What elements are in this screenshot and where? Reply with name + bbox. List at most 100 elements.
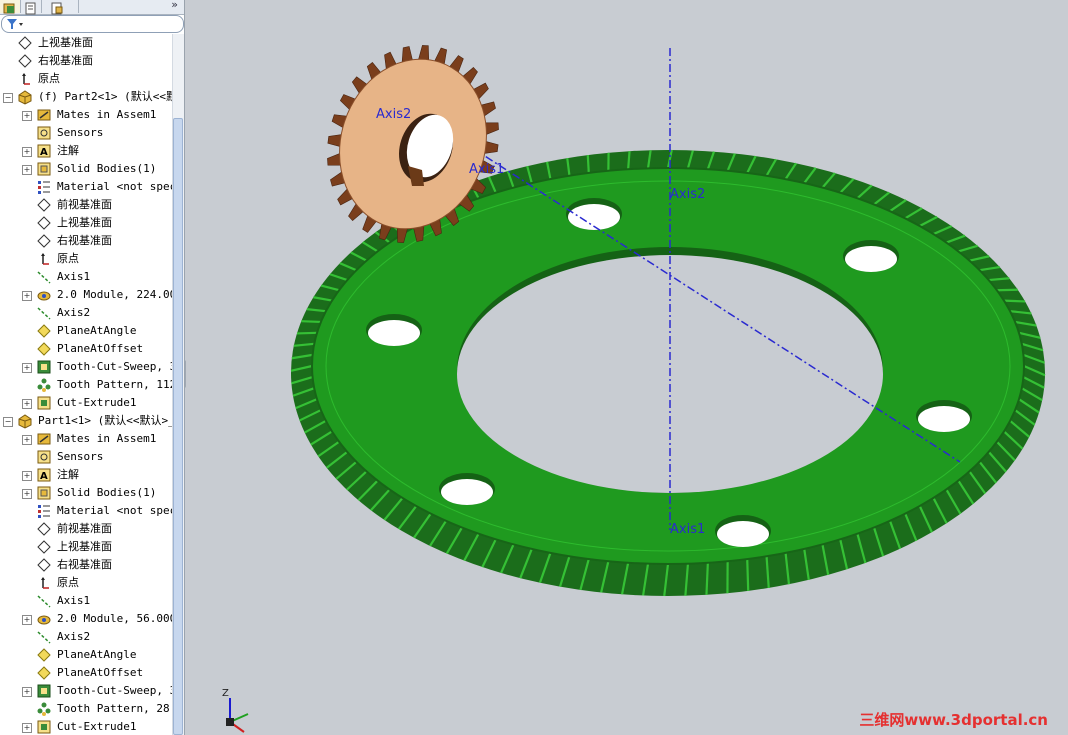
tree-row[interactable]: +2.0 Module, 224.000: [0, 286, 172, 304]
ring-tooth: [996, 288, 1018, 292]
ring-tooth: [586, 155, 590, 174]
tree-row-label: Axis1: [57, 594, 91, 607]
tree-row[interactable]: Tooth Pattern, 112: [0, 376, 172, 394]
tree-row[interactable]: +2.0 Module, 56.0000: [0, 610, 172, 628]
tree-row[interactable]: 右视基准面: [0, 232, 172, 250]
tree-row[interactable]: 原点: [0, 70, 172, 88]
tree-row[interactable]: + Mates in Assem1: [0, 106, 172, 124]
ref-plane-icon: [36, 341, 52, 357]
tree-row[interactable]: Axis2: [0, 304, 172, 322]
tree-row-label: Axis2: [57, 630, 91, 643]
tree-row[interactable]: Sensors: [0, 448, 172, 466]
tree-row[interactable]: Material <not speci: [0, 178, 172, 196]
tab-property-manager[interactable]: [21, 0, 42, 15]
tree-scrollbar-thumb[interactable]: [173, 118, 183, 735]
expand-toggle[interactable]: +: [22, 147, 32, 157]
expand-toggle[interactable]: +: [22, 165, 32, 175]
tree-row[interactable]: 右视基准面: [0, 556, 172, 574]
tree-row[interactable]: 上视基准面: [0, 34, 172, 52]
tree-row[interactable]: PlaneAtAngle: [0, 322, 172, 340]
tree-row[interactable]: PlaneAtAngle: [0, 646, 172, 664]
tree-row[interactable]: + Cut-Extrude1: [0, 394, 172, 412]
tree-row[interactable]: + A 注解: [0, 466, 172, 484]
tree-row[interactable]: Material <not speci: [0, 502, 172, 520]
expand-toggle[interactable]: +: [22, 471, 32, 481]
tree-row[interactable]: 右视基准面: [0, 52, 172, 70]
tree-row[interactable]: 上视基准面: [0, 538, 172, 556]
collapse-toggle[interactable]: −: [3, 417, 13, 427]
panel-expand-icon[interactable]: »: [171, 0, 178, 11]
tree-row[interactable]: Tooth Pattern, 28 /: [0, 700, 172, 718]
tree-row-label: 原点: [57, 576, 79, 589]
expand-toggle[interactable]: +: [22, 489, 32, 499]
expand-toggle[interactable]: +: [22, 399, 32, 409]
tree-row[interactable]: 前视基准面: [0, 196, 172, 214]
tree-filter[interactable]: [1, 15, 184, 33]
svg-text:A: A: [40, 471, 48, 482]
tree-row-label: PlaneAtOffset: [57, 666, 144, 679]
tree-row[interactable]: − (f) Part2<1> (默认<<默: [0, 88, 172, 106]
expand-toggle[interactable]: +: [22, 723, 32, 733]
tree-row-label: Material <not speci: [57, 180, 172, 193]
tree-row[interactable]: Sensors: [0, 124, 172, 142]
tree-row[interactable]: + Tooth-Cut-Sweep, 35: [0, 358, 172, 376]
expand-toggle[interactable]: +: [22, 291, 32, 301]
tree-row[interactable]: 前视基准面: [0, 520, 172, 538]
graphics-viewport[interactable]: Axis2 Axis1 Axis2 Axis1: [186, 0, 1068, 735]
panel-tabs: »: [0, 0, 184, 15]
tab-configuration-manager[interactable]: [42, 0, 79, 15]
expand-toggle[interactable]: +: [22, 111, 32, 121]
expand-toggle[interactable]: +: [22, 615, 32, 625]
collapse-toggle[interactable]: −: [3, 93, 13, 103]
tree-row[interactable]: 原点: [0, 574, 172, 592]
pattern-icon: [36, 377, 52, 393]
tree-row[interactable]: + Solid Bodies(1): [0, 484, 172, 502]
property-icon: [25, 2, 36, 15]
ring-tooth: [1003, 299, 1026, 303]
plane-icon: [36, 521, 52, 537]
tree-row[interactable]: − Part1<1> (默认<<默认>_: [0, 412, 172, 430]
tree-row-label: Sensors: [57, 450, 104, 463]
pinion-tooth: [418, 45, 430, 61]
material-icon: [36, 179, 52, 195]
tree-row-label: 上视基准面: [57, 216, 112, 229]
tree-row[interactable]: Axis1: [0, 592, 172, 610]
ref-plane-icon: [36, 323, 52, 339]
expand-toggle[interactable]: +: [22, 363, 32, 373]
plane-icon: [36, 233, 52, 249]
tree-row-label: 原点: [57, 252, 79, 265]
mates-icon: [36, 107, 52, 123]
tree-row-label: 右视基准面: [38, 54, 93, 67]
ring-tooth: [705, 562, 709, 595]
tree-row[interactable]: + Solid Bodies(1): [0, 160, 172, 178]
tree-row[interactable]: + Cut-Extrude1: [0, 718, 172, 735]
tree-row-label: 前视基准面: [57, 522, 112, 535]
extrude-icon: [36, 395, 52, 411]
configuration-icon: [51, 2, 63, 15]
ref-plane-icon: [36, 647, 52, 663]
sensors-icon: [36, 449, 52, 465]
tree-row-label: 右视基准面: [57, 234, 112, 247]
pinion-axis1-label: Axis1: [469, 162, 504, 177]
expand-toggle[interactable]: +: [22, 435, 32, 445]
watermark: 三维网www.3dportal.cn: [859, 711, 1048, 729]
tree-row[interactable]: 原点: [0, 250, 172, 268]
tree-row-label: PlaneAtAngle: [57, 648, 137, 661]
tree-row[interactable]: Axis2: [0, 628, 172, 646]
tree-row-label: Solid Bodies(1): [57, 486, 157, 499]
tab-feature-manager[interactable]: [0, 0, 21, 14]
tree-row[interactable]: + Tooth-Cut-Sweep, 35: [0, 682, 172, 700]
tree-row[interactable]: 上视基准面: [0, 214, 172, 232]
ring-tooth: [746, 559, 750, 591]
sweep-icon: [36, 359, 52, 375]
tree-row[interactable]: PlaneAtOffset: [0, 664, 172, 682]
tree-row[interactable]: + Mates in Assem1: [0, 430, 172, 448]
expand-toggle[interactable]: +: [22, 687, 32, 697]
tree-row-label: Mates in Assem1: [57, 108, 157, 121]
pinion-axis2-label: Axis2: [376, 107, 411, 122]
tree-row[interactable]: PlaneAtOffset: [0, 340, 172, 358]
feature-manager-panel: » 上视基准面 右视基准面 原点 − (f) Part2<1> (默认<<默 + Mates…: [0, 0, 185, 735]
tree-row[interactable]: + A 注解: [0, 142, 172, 160]
tree-row[interactable]: Axis1: [0, 268, 172, 286]
ring-tooth: [301, 320, 321, 324]
